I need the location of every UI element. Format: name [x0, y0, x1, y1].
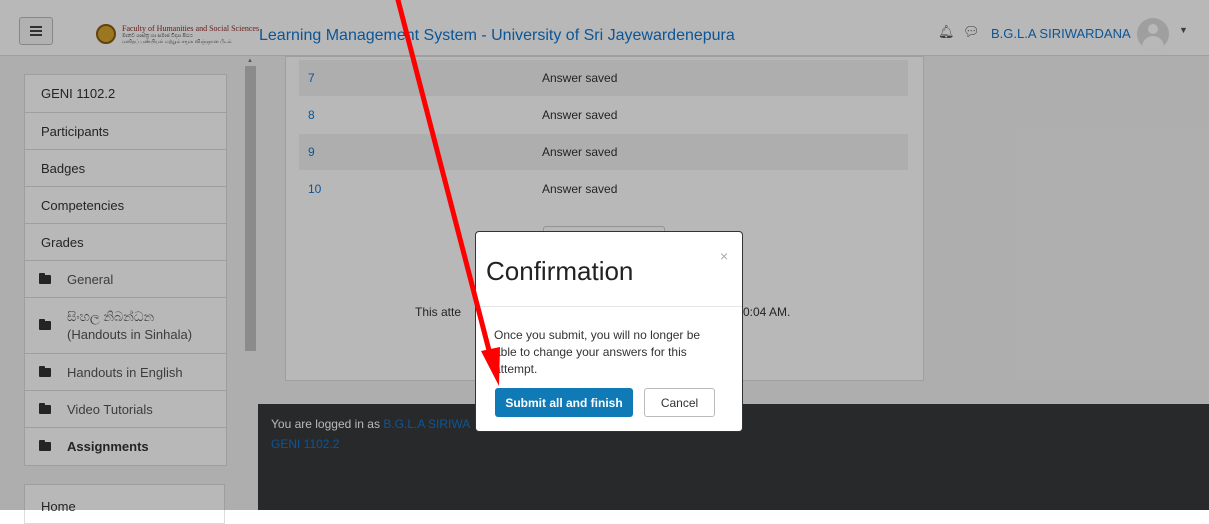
submit-all-and-finish-button[interactable]: Submit all and finish: [495, 388, 633, 417]
dialog-divider: [476, 306, 742, 307]
dialog-message: Once you submit, you will no longer be a…: [494, 328, 701, 376]
dialog-title: Confirmation: [486, 256, 634, 286]
cancel-button[interactable]: Cancel: [644, 388, 715, 417]
close-icon[interactable]: ×: [720, 248, 728, 264]
confirmation-dialog: Confirmation × Once you submit, you will…: [475, 231, 743, 432]
